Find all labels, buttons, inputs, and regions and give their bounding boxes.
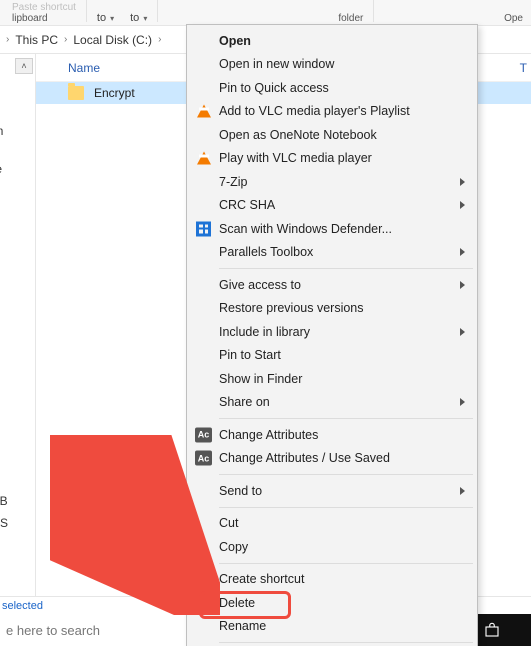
status-text: selected [2, 600, 43, 612]
ctx-send-to[interactable]: Send to [189, 479, 475, 503]
ctx-crc[interactable]: CRC SHA [189, 194, 475, 218]
chevron-right-icon[interactable]: › [2, 34, 13, 45]
ctx-change-attr[interactable]: AcChange Attributes [189, 423, 475, 447]
chevron-right-icon: › [60, 34, 71, 45]
ctx-7zip[interactable]: 7-Zip [189, 170, 475, 194]
file-name: Encrypt [94, 86, 135, 100]
vlc-icon [195, 150, 212, 167]
ctx-defender[interactable]: Scan with Windows Defender... [189, 217, 475, 241]
ctx-parallels[interactable]: Parallels Toolbox [189, 241, 475, 265]
nav-item[interactable]: 0 gam [0, 124, 32, 138]
ctx-onenote[interactable]: Open as OneNote Notebook [189, 123, 475, 147]
ribbon-copyto[interactable]: to [130, 12, 147, 24]
ribbon-group-clipboard: lipboard [12, 13, 48, 24]
ctx-pin-quick[interactable]: Pin to Quick access [189, 76, 475, 100]
ac-icon: Ac [195, 426, 212, 443]
nav-item[interactable]: 's.~WS [0, 516, 32, 530]
nav-pane[interactable]: ˄ 0 gam id File C:) WS.~B 's.~WS np [0, 54, 36, 614]
ctx-share-on[interactable]: Share on [189, 391, 475, 415]
ctx-pin-start[interactable]: Pin to Start [189, 344, 475, 368]
nav-item[interactable]: WS.~B [0, 494, 32, 508]
ac-icon: Ac [195, 450, 212, 467]
ctx-rename[interactable]: Rename [189, 615, 475, 639]
ctx-open-new-window[interactable]: Open in new window [189, 53, 475, 77]
ctx-open[interactable]: Open [189, 29, 475, 53]
ctx-show-finder[interactable]: Show in Finder [189, 367, 475, 391]
ctx-restore[interactable]: Restore previous versions [189, 297, 475, 321]
nav-scroll-up[interactable]: ˄ [15, 58, 33, 74]
ctx-include-lib[interactable]: Include in library [189, 320, 475, 344]
ribbon-newfolder[interactable]: folder [338, 13, 363, 24]
crumb-localdisk[interactable]: Local Disk (C:) [71, 33, 154, 47]
ctx-cut[interactable]: Cut [189, 512, 475, 536]
ctx-delete[interactable]: Delete [189, 591, 475, 615]
ctx-vlc-play[interactable]: Play with VLC media player [189, 147, 475, 171]
ctx-vlc-add[interactable]: Add to VLC media player's Playlist [189, 100, 475, 124]
defender-icon [195, 220, 212, 237]
ribbon: Paste shortcut lipboard to to folder Ope [0, 0, 531, 26]
nav-item[interactable]: np [0, 540, 32, 554]
column-tail[interactable]: T [517, 61, 531, 75]
store-icon[interactable] [472, 614, 512, 646]
ctx-create-shortcut[interactable]: Create shortcut [189, 568, 475, 592]
ribbon-paste-shortcut[interactable]: Paste shortcut [12, 2, 76, 13]
nav-item[interactable]: id File [0, 162, 32, 176]
nav-item[interactable]: C:) [0, 446, 32, 460]
ribbon-open-group: Ope [504, 13, 523, 24]
crumb-thispc[interactable]: This PC [13, 33, 60, 47]
folder-icon [68, 86, 84, 100]
search-placeholder: e here to search [6, 623, 100, 638]
ctx-change-attr-saved[interactable]: AcChange Attributes / Use Saved [189, 447, 475, 471]
vlc-icon [195, 103, 212, 120]
ctx-copy[interactable]: Copy [189, 535, 475, 559]
context-menu: Open Open in new window Pin to Quick acc… [186, 24, 478, 646]
chevron-right-icon: › [154, 34, 165, 45]
ribbon-moveto[interactable]: to [97, 12, 114, 24]
ctx-give-access[interactable]: Give access to [189, 273, 475, 297]
